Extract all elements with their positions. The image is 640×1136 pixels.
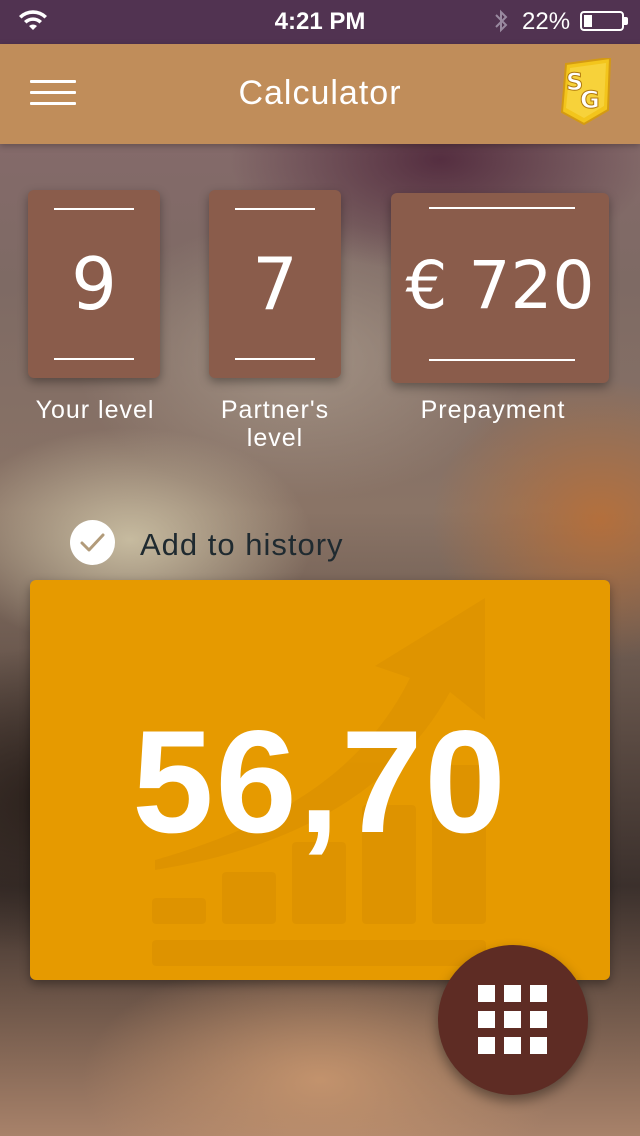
app-bar: Calculator S G: [0, 44, 640, 144]
partner-level-picker[interactable]: 7: [209, 190, 341, 378]
partner-level-value: 7: [252, 242, 298, 326]
keypad-button[interactable]: [438, 945, 588, 1095]
partner-level-label: Partner's level: [220, 396, 330, 452]
checkmark-icon: [80, 533, 105, 552]
your-level-value: 9: [71, 242, 117, 326]
result-value: 56,70: [132, 700, 508, 863]
page-title: Calculator: [238, 74, 402, 112]
status-bar: 4:21 PM 22%: [0, 0, 640, 44]
battery-icon: [580, 11, 628, 31]
your-level-label: Your level: [35, 396, 155, 424]
checkbox-circle[interactable]: [70, 520, 115, 565]
your-level-picker[interactable]: 9: [28, 190, 160, 378]
prepayment-label: Prepayment: [420, 396, 566, 424]
keypad-grid-icon: [478, 985, 548, 1055]
prepayment-picker[interactable]: € 720: [391, 193, 609, 383]
result-panel: 56,70: [30, 580, 610, 980]
svg-text:G: G: [580, 86, 600, 114]
battery-fill: [584, 15, 592, 27]
sg-logo: S G: [560, 58, 612, 126]
bluetooth-icon: [495, 9, 508, 33]
prepayment-value: € 720: [405, 247, 595, 324]
add-to-history-label: Add to history: [140, 527, 344, 562]
battery-percent: 22%: [522, 8, 571, 35]
